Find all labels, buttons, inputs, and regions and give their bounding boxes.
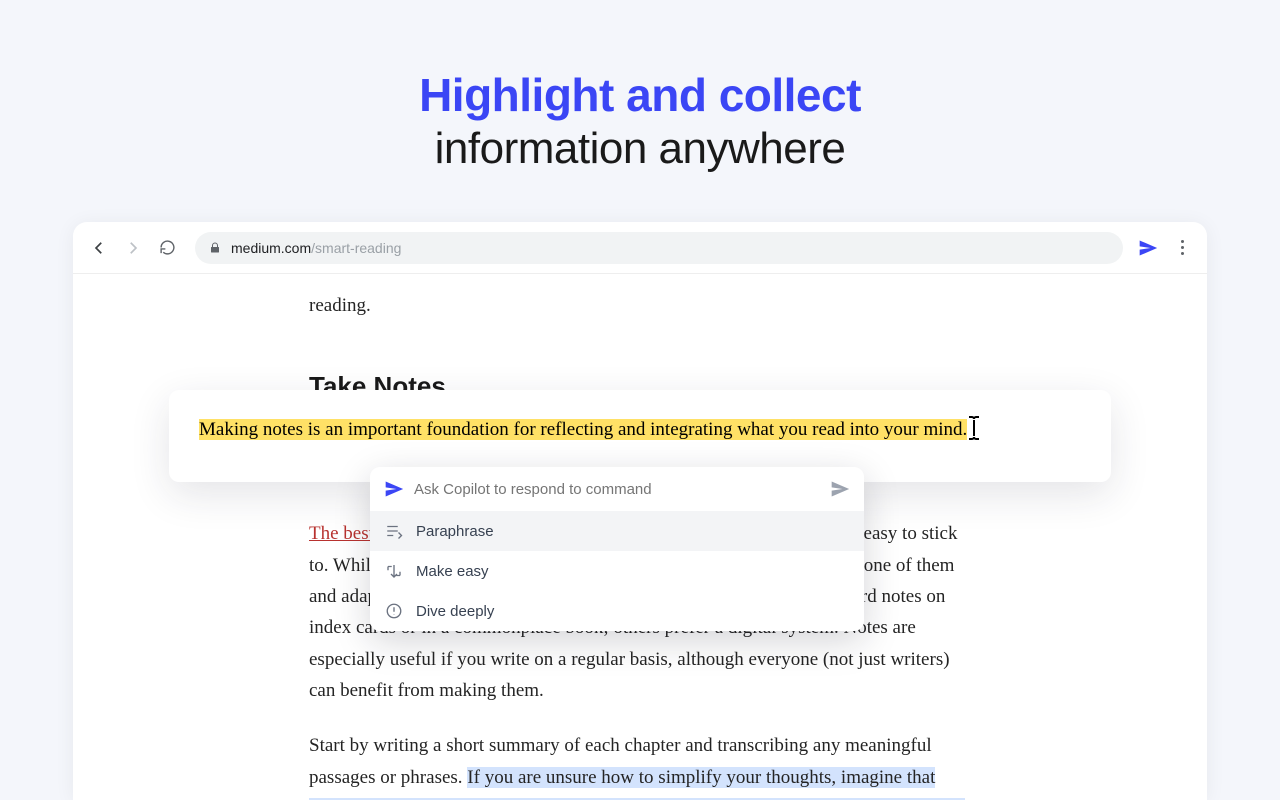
copilot-logo-icon [384, 479, 404, 499]
dive-deeply-icon [384, 601, 404, 621]
popup-item-dive-deeply[interactable]: Dive deeply [370, 591, 864, 631]
hero-title: Highlight and collect [0, 68, 1280, 122]
article-paragraph-2: Start by writing a short summary of each… [309, 730, 971, 800]
popup-item-make-easy[interactable]: Make easy [370, 551, 864, 591]
browser-toolbar: medium.com/smart-reading [73, 222, 1207, 274]
popup-item-label: Paraphrase [416, 523, 494, 540]
url-path: /smart-reading [311, 240, 401, 256]
nav-reload-button[interactable] [157, 238, 177, 258]
highlighted-text[interactable]: Making notes is an important foundation … [199, 419, 967, 440]
hero: Highlight and collect information anywhe… [0, 0, 1280, 174]
browser-menu-button[interactable] [1173, 240, 1191, 255]
copilot-input-row [370, 467, 864, 511]
nav-forward-button[interactable] [123, 238, 143, 258]
url-domain: medium.com [231, 240, 311, 256]
url-bar[interactable]: medium.com/smart-reading [195, 232, 1123, 264]
popup-item-paraphrase[interactable]: Paraphrase [370, 511, 864, 551]
popup-item-label: Dive deeply [416, 603, 494, 620]
extension-icon[interactable] [1137, 237, 1159, 259]
lock-icon [209, 242, 221, 254]
send-icon[interactable] [830, 479, 850, 499]
hero-subtitle: information anywhere [0, 124, 1280, 174]
nav-back-button[interactable] [89, 238, 109, 258]
browser-window: medium.com/smart-reading reading. Take N… [73, 222, 1207, 800]
make-easy-icon [384, 561, 404, 581]
text-cursor-icon [965, 415, 983, 452]
popup-item-label: Make easy [416, 563, 489, 580]
article-fragment: reading. [309, 290, 971, 321]
paraphrase-icon [384, 521, 404, 541]
copilot-command-input[interactable] [414, 481, 820, 498]
copilot-popup: Paraphrase Make easy Dive deeply [370, 467, 864, 631]
